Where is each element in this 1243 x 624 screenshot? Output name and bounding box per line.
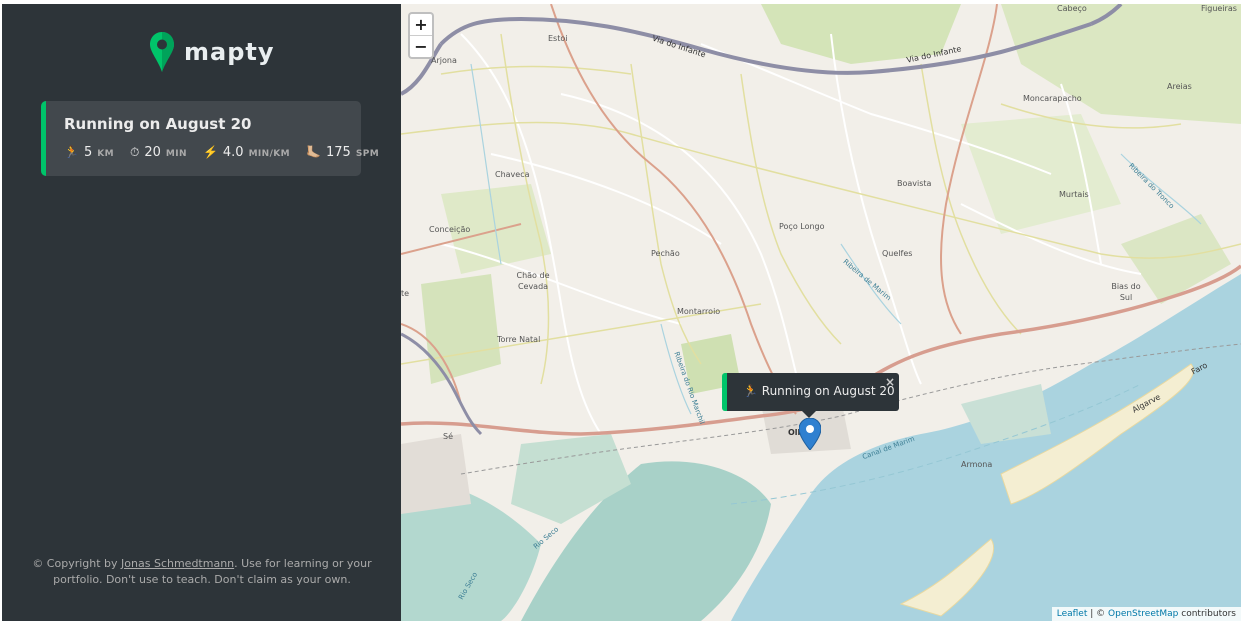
place-label: Chão de Cevada bbox=[516, 271, 550, 291]
place-label: Bias do Sul bbox=[1111, 282, 1141, 302]
logo: mapty bbox=[150, 32, 275, 72]
place-label: Cabeço bbox=[1057, 4, 1087, 13]
zoom-in-button[interactable]: + bbox=[410, 14, 432, 36]
osm-link[interactable]: OpenStreetMap bbox=[1108, 609, 1178, 619]
popup-close-button[interactable]: × bbox=[885, 375, 895, 389]
place-label: Estoi bbox=[548, 34, 568, 43]
workout-duration: ⏱ 20 MIN bbox=[130, 145, 187, 160]
place-label: Conceição bbox=[429, 225, 471, 234]
workout-title: Running on August 20 bbox=[64, 115, 252, 133]
app-name: mapty bbox=[184, 38, 275, 66]
place-label: Boavista bbox=[897, 179, 932, 188]
copyright-text: © Copyright by Jonas Schmedtmann. Use fo… bbox=[32, 556, 372, 588]
place-label: Arjona bbox=[431, 56, 457, 65]
zoom-out-button[interactable]: − bbox=[410, 36, 432, 57]
duration-unit: MIN bbox=[165, 149, 187, 159]
map-tiles bbox=[401, 4, 1241, 621]
place-label: Moncarapacho bbox=[1023, 94, 1082, 103]
running-icon: 🏃 bbox=[743, 384, 758, 398]
place-label: Areias bbox=[1167, 82, 1192, 91]
attribution-separator: | © bbox=[1087, 609, 1109, 619]
distance-unit: KM bbox=[97, 149, 114, 159]
workout-pace: ⚡️ 4.0 MIN/KM bbox=[203, 145, 290, 160]
map[interactable]: Arjona Estoi Cabeço Figueiras Moncarapac… bbox=[401, 4, 1241, 621]
place-label: Figueiras bbox=[1201, 4, 1237, 13]
popup-content: 🏃 Running on August 20 bbox=[743, 384, 895, 398]
pace-unit: MIN/KM bbox=[248, 149, 291, 159]
distance-value: 5 bbox=[83, 145, 93, 160]
copyright-prefix: © Copyright by bbox=[32, 557, 122, 570]
place-label: Chaveca bbox=[495, 170, 530, 179]
zoom-control: + − bbox=[408, 12, 434, 59]
place-label: Pechão bbox=[651, 249, 680, 258]
foot-icon: 🦶🏼 bbox=[306, 145, 321, 159]
map-pin-logo-icon bbox=[150, 32, 174, 72]
workout-details: 🏃 5 KM ⏱ 20 MIN ⚡️ 4.0 MIN/KM 🦶🏼 175 SPM bbox=[64, 145, 379, 160]
workout-distance: 🏃 5 KM bbox=[64, 145, 114, 160]
cadence-value: 175 bbox=[326, 145, 351, 160]
place-label: te bbox=[401, 289, 410, 298]
place-label: Sé bbox=[443, 432, 453, 441]
popup-label: Running on August 20 bbox=[761, 384, 895, 398]
place-label: Torre Natal bbox=[497, 335, 541, 344]
cadence-unit: SPM bbox=[355, 149, 380, 159]
stopwatch-icon: ⏱ bbox=[129, 145, 140, 159]
place-label: Quelfes bbox=[882, 249, 913, 258]
leaflet-link[interactable]: Leaflet bbox=[1057, 609, 1088, 619]
map-marker-icon[interactable] bbox=[799, 418, 821, 450]
duration-value: 20 bbox=[144, 145, 161, 160]
lightning-icon: ⚡️ bbox=[202, 145, 218, 159]
place-label: Murtais bbox=[1059, 190, 1089, 199]
workout-card[interactable]: Running on August 20 🏃 5 KM ⏱ 20 MIN ⚡️ … bbox=[41, 101, 379, 176]
place-label: Poço Longo bbox=[779, 222, 825, 231]
attribution-contributors: contributors bbox=[1178, 609, 1236, 619]
author-link[interactable]: Jonas Schmedtmann bbox=[121, 557, 234, 570]
running-icon: 🏃 bbox=[64, 145, 79, 159]
popup-tip bbox=[801, 410, 817, 418]
place-label: Armona bbox=[961, 460, 993, 469]
workout-popup: 🏃 Running on August 20 × bbox=[722, 373, 899, 411]
map-attribution: Leaflet | © OpenStreetMap contributors bbox=[1051, 607, 1241, 621]
sidebar: mapty Running on August 20 🏃 5 KM ⏱ 20 M… bbox=[2, 4, 401, 621]
place-label: Montarroio bbox=[677, 307, 721, 316]
workout-cadence: 🦶🏼 175 SPM bbox=[306, 145, 379, 160]
pace-value: 4.0 bbox=[222, 145, 244, 160]
